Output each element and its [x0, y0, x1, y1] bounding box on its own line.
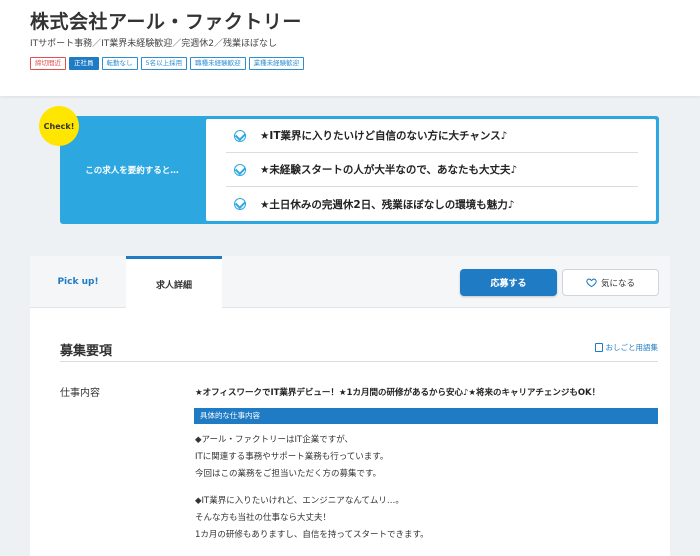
- glossary-label: おしごと用語集: [605, 343, 659, 352]
- body-line: 今回はこの業務をご担当いただく方の募集です。: [195, 469, 382, 479]
- tab-job-detail[interactable]: 求人詳細: [126, 256, 222, 309]
- summary-item: ★未経験スタートの人が大半なので、あなたも大丈夫♪: [226, 153, 638, 187]
- book-icon: [594, 343, 603, 352]
- detail-bar: 具体的な仕事内容: [194, 408, 658, 424]
- check-badge: Check!: [39, 106, 79, 146]
- body-line: そんな方も当社の仕事なら大丈夫！: [195, 513, 332, 523]
- body-line: ITに関連する事務やサポート業務も行っています。: [195, 452, 389, 462]
- body-line: 1カ月の研修もありますし、自信を持ってスタートできます。: [195, 530, 429, 540]
- job-detail-card: Pick up! 求人詳細 応募する 気になる 募集要項 おしごと用語集 仕事内…: [30, 256, 670, 556]
- body-line: ◆アール・ファクトリーはIT企業ですが、: [195, 435, 354, 445]
- tag-no-transfer: 転勤なし: [101, 57, 138, 70]
- summary-item: ★土日休みの完週休2日、残業ほぼなしの環境も魅力♪: [226, 187, 638, 221]
- job-subtitle: ITサポート事務／IT業界未経験歓迎／完週休2／残業ほぼなし: [30, 39, 278, 49]
- summary-list: ★IT業界に入りたいけど自信のない方に大チャンス♪ ★未経験スタートの人が大半な…: [206, 119, 656, 221]
- summary-box: この求人を要約すると… ★IT業界に入りたいけど自信のない方に大チャンス♪ ★未…: [60, 116, 659, 224]
- summary-item-text: ★土日休みの完週休2日、残業ほぼなしの環境も魅力♪: [260, 198, 515, 211]
- job-headline: ★オフィスワークでIT業界デビュー！★1カ月間の研修があるから安心♪★将来のキャ…: [195, 388, 601, 398]
- glossary-link[interactable]: おしごと用語集: [594, 342, 659, 353]
- apply-button[interactable]: 応募する: [460, 269, 557, 296]
- tag-job-inexperienced: 職種未経験歓迎: [190, 57, 246, 70]
- section-title: 募集要項: [60, 344, 113, 359]
- tag-deadline: 締切間近: [30, 57, 66, 70]
- check-circle-icon: [234, 198, 246, 210]
- summary-item: ★IT業界に入りたいけど自信のない方に大チャンス♪: [226, 119, 638, 153]
- check-circle-icon: [234, 129, 246, 142]
- tag-employment-type: 正社員: [69, 57, 99, 70]
- tab-bar: Pick up! 求人詳細 応募する 気になる: [30, 256, 670, 309]
- tag-industry-inexperienced: 業種未経験歓迎: [248, 57, 305, 70]
- favorite-button[interactable]: 気になる: [562, 269, 659, 296]
- summary-item-text: ★未経験スタートの人が大半なので、あなたも大丈夫♪: [260, 164, 518, 176]
- heart-icon: [586, 278, 597, 288]
- tag-hiring-count: 5名以上採用: [140, 57, 188, 70]
- job-header: 株式会社アール・ファクトリー ITサポート事務／IT業界未経験歓迎／完週休2／残…: [0, 0, 700, 96]
- job-content-label: 仕事内容: [60, 388, 100, 399]
- check-circle-icon: [234, 163, 246, 176]
- company-name: 株式会社アール・ファクトリー: [30, 11, 302, 33]
- summary-item-text: ★IT業界に入りたいけど自信のない方に大チャンス♪: [260, 130, 508, 142]
- divider: [60, 361, 658, 362]
- tab-pickup[interactable]: Pick up!: [30, 256, 126, 308]
- summary-label: この求人を要約すると…: [85, 166, 179, 176]
- body-line: ◆IT業界に入りたいけれど、エンジニアなんてムリ…。: [195, 496, 404, 506]
- tag-list: 締切間近 正社員 転勤なし 5名以上採用 職種未経験歓迎 業種未経験歓迎: [30, 57, 305, 70]
- favorite-label: 気になる: [600, 278, 635, 289]
